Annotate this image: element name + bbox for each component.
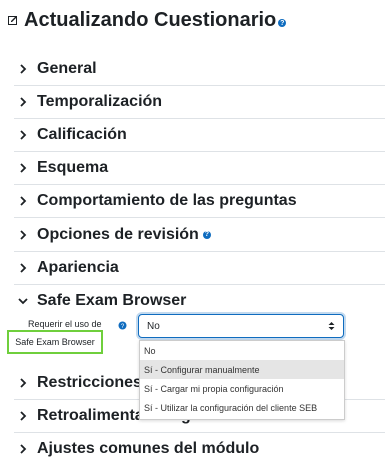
section-label: Esquema [37,158,109,176]
dropdown-option[interactable]: Sí - Cargar mi propia configuración [140,379,344,398]
section-label: Calificación [37,125,127,143]
section-opciones-revision[interactable]: Opciones de revisión ? [0,218,385,251]
section-temporalizacion[interactable]: Temporalización [0,85,385,118]
chevron-right-icon [17,443,29,454]
chevron-right-icon [17,63,29,74]
chevron-right-icon [17,262,29,273]
section-apariencia[interactable]: Apariencia [0,251,385,284]
dropdown-option[interactable]: No [140,341,344,360]
select-value: No [147,320,160,332]
dropdown-option[interactable]: Sí - Configurar manualmente [140,360,344,379]
page-title: Actualizando Cuestionario [24,8,277,31]
chevron-right-icon [17,377,29,388]
seb-require-select[interactable]: No [138,314,344,338]
section-calificacion[interactable]: Calificación [0,118,385,151]
section-esquema[interactable]: Esquema [0,151,385,184]
chevron-right-icon [17,129,29,140]
chevron-right-icon [17,162,29,173]
chevron-right-icon [17,96,29,107]
page-header: Actualizando Cuestionario ? [8,2,287,38]
section-label: Safe Exam Browser [37,291,187,309]
chevron-right-icon [17,410,29,421]
section-label: Comportamiento de las preguntas [37,191,297,209]
question-circle-icon[interactable]: ? [278,19,287,27]
seb-dropdown-list: No Sí - Configurar manualmente Sí - Carg… [139,340,345,420]
dropdown-option[interactable]: Sí - Utilizar la configuración del clien… [140,398,344,417]
question-circle-icon[interactable]: ? [202,230,211,239]
chevron-right-icon [17,229,29,240]
edit-icon [8,16,17,25]
section-label: Ajustes comunes del módulo [37,439,260,457]
section-ajustes-comunes[interactable]: Ajustes comunes del módulo [0,432,385,465]
select-arrows-icon [328,321,335,331]
chevron-right-icon [17,195,29,206]
seb-field-label: Requerir el uso de [28,319,102,329]
section-label: Temporalización [37,92,163,110]
section-safe-exam-browser[interactable]: Safe Exam Browser [0,284,385,317]
tooltip: Safe Exam Browser [7,330,103,354]
section-label: General [37,59,97,77]
question-circle-icon[interactable]: ? [118,321,127,330]
chevron-down-icon [17,297,29,305]
section-label: Opciones de revisión [37,225,199,243]
section-general[interactable]: General [0,52,385,85]
section-comportamiento[interactable]: Comportamiento de las preguntas [0,184,385,217]
section-label: Apariencia [37,258,119,276]
